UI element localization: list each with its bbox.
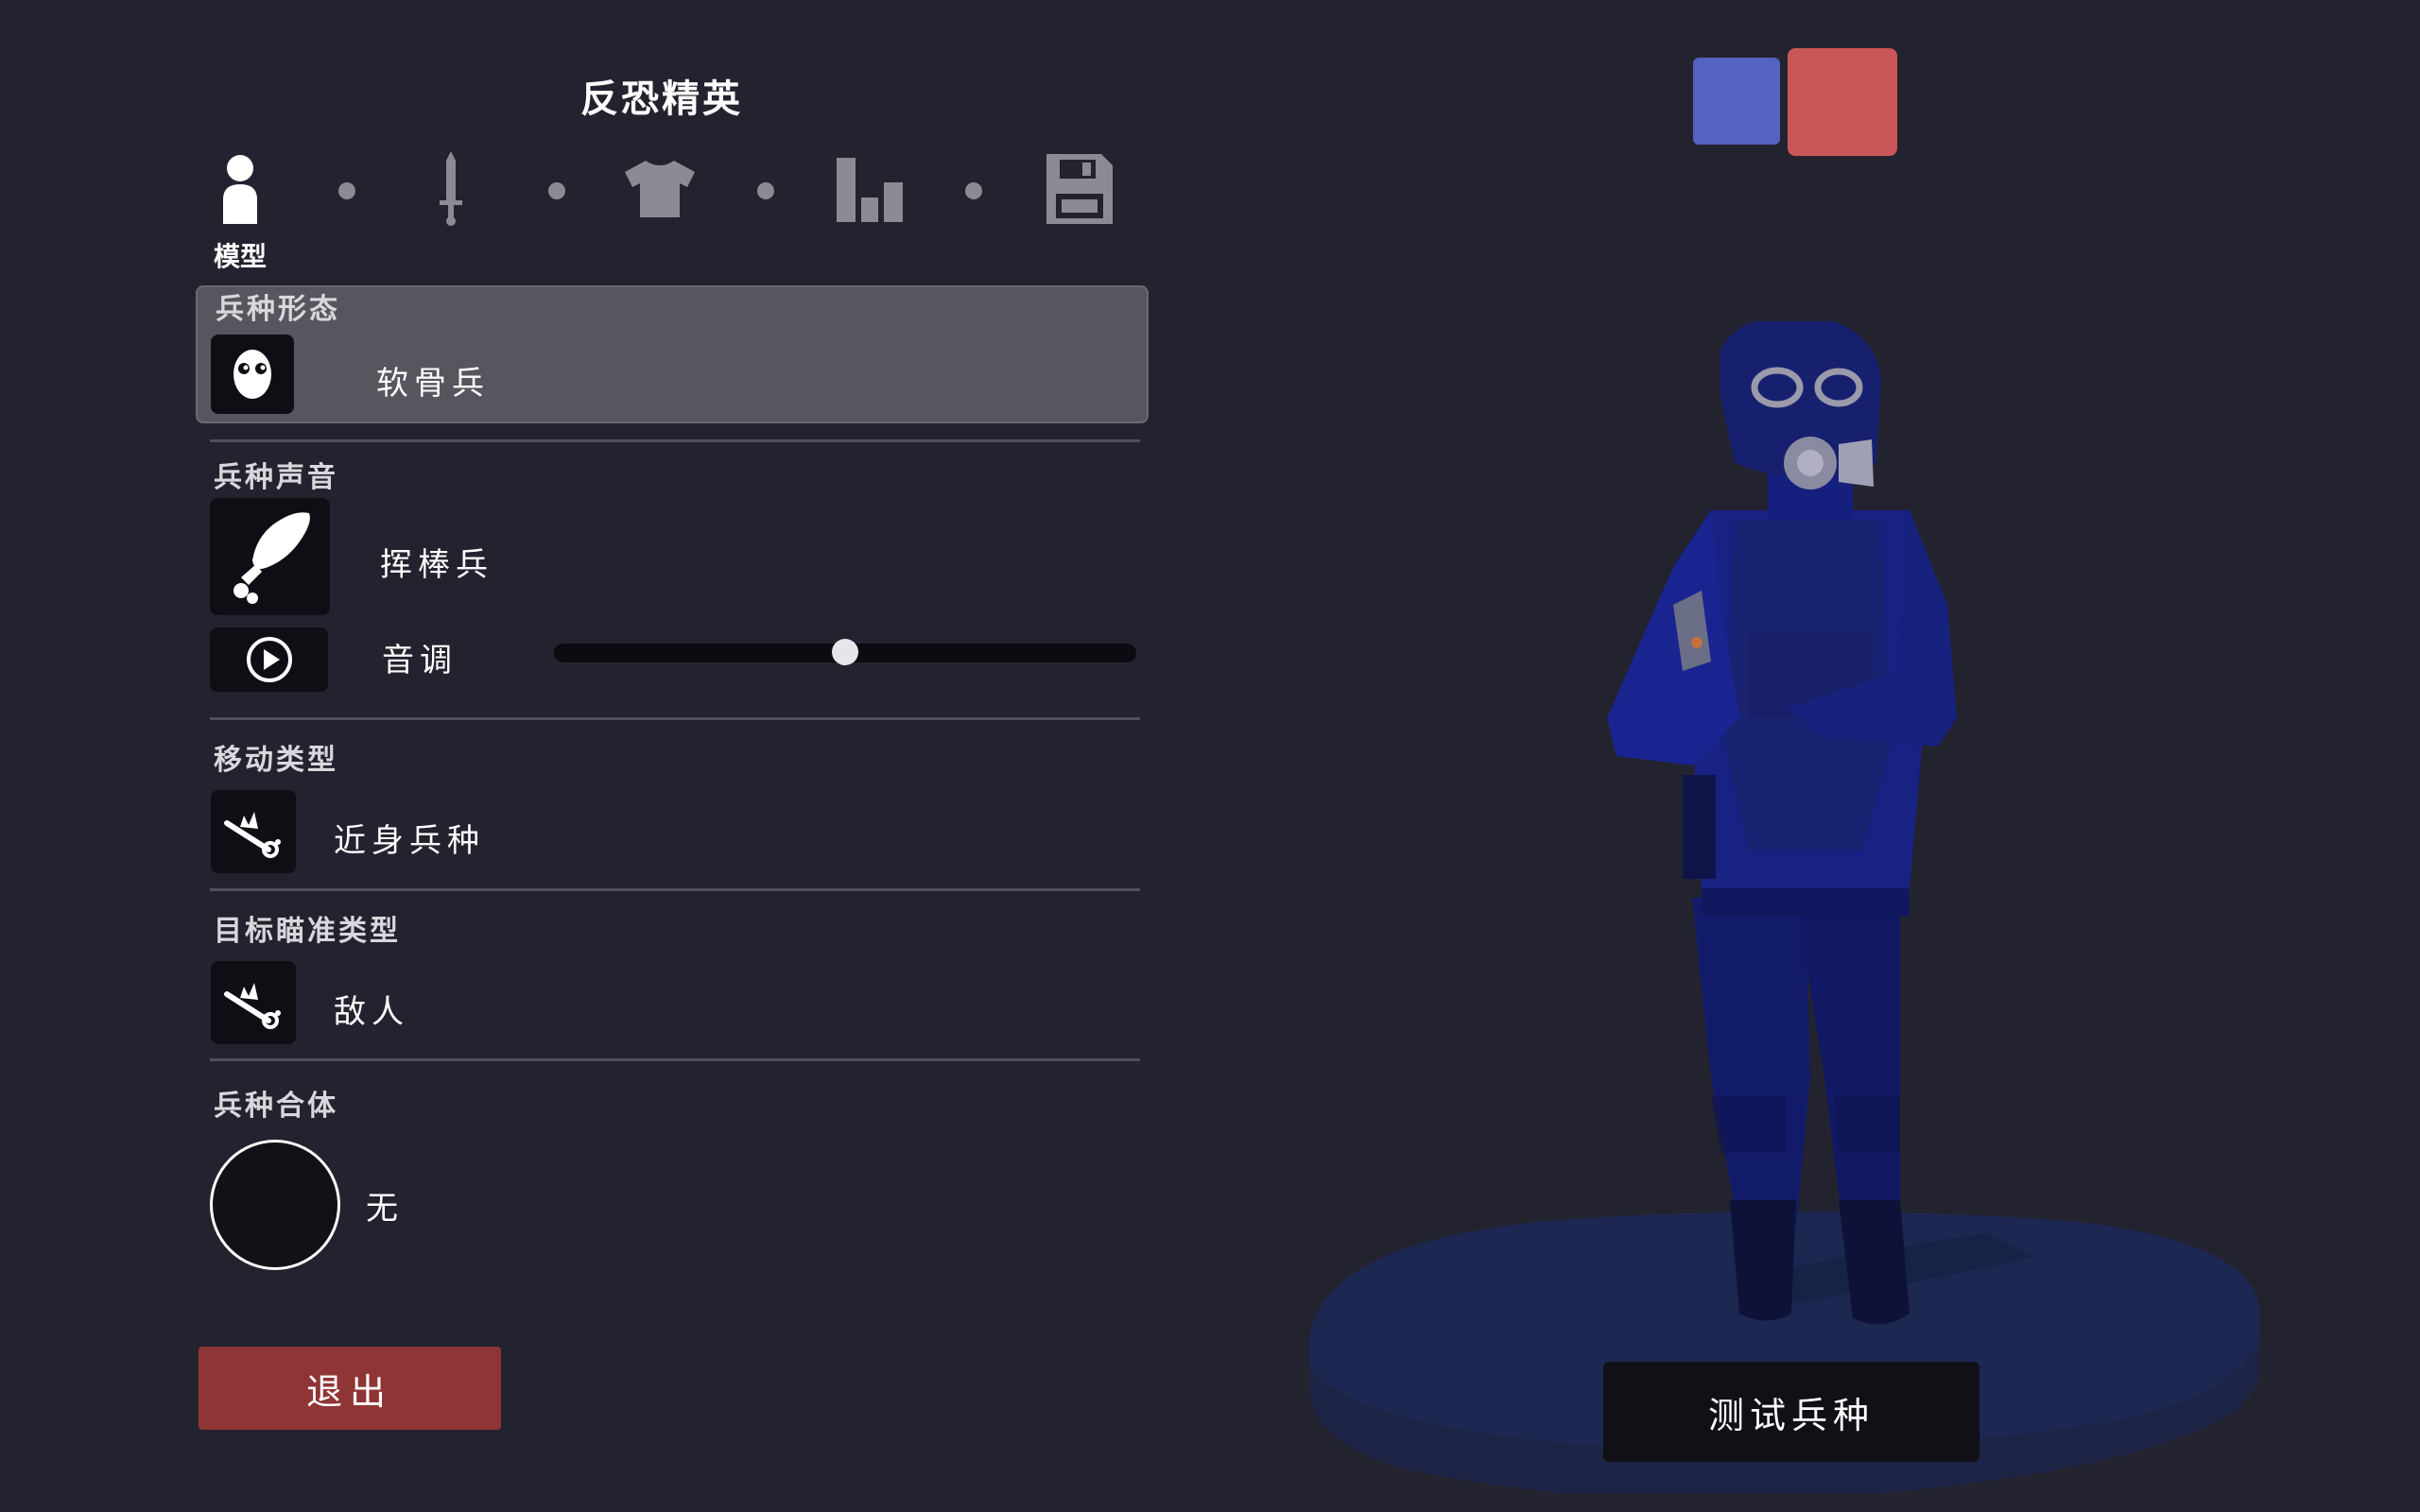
movement-type-label: 移动类型 xyxy=(214,744,338,777)
tab-clothing[interactable] xyxy=(622,151,698,227)
unit-voice-label: 兵种声音 xyxy=(214,461,338,494)
tab-separator-dot xyxy=(338,182,355,199)
unit-voice-icon-button[interactable] xyxy=(210,498,330,615)
tab-stats[interactable] xyxy=(832,151,908,227)
club-icon xyxy=(233,512,310,604)
section-divider xyxy=(210,888,1140,891)
play-icon xyxy=(246,637,292,682)
tab-save[interactable] xyxy=(1042,151,1117,227)
section-divider xyxy=(210,717,1140,720)
test-unit-button[interactable]: 测试兵种 xyxy=(1603,1362,1979,1462)
targeting-type-icon-button[interactable] xyxy=(211,961,296,1044)
bar-chart-icon xyxy=(837,158,903,222)
targeting-type-label: 目标瞄准类型 xyxy=(214,915,401,948)
tab-weapons[interactable] xyxy=(413,151,489,227)
melee-icon xyxy=(224,983,281,1029)
shirt-icon xyxy=(625,161,695,217)
unit-combo-slot[interactable] xyxy=(210,1140,340,1270)
movement-type-value: 近身兵种 xyxy=(334,822,485,860)
unit-combo-value: 无 xyxy=(366,1190,404,1228)
tab-separator-dot xyxy=(965,182,982,199)
team-blue-button[interactable] xyxy=(1693,58,1780,145)
tab-model-label: 模型 xyxy=(213,241,267,272)
play-voice-button[interactable] xyxy=(210,627,328,692)
unit-voice-value: 挥棒兵 xyxy=(380,546,493,584)
bone-face-icon xyxy=(233,350,271,399)
unit-form-icon-button[interactable] xyxy=(211,335,294,414)
section-divider xyxy=(210,1058,1140,1061)
movement-type-icon-button[interactable] xyxy=(211,790,296,873)
unit-name-title: 反恐精英 xyxy=(580,77,743,121)
soldier-model xyxy=(1607,321,1957,1325)
melee-icon xyxy=(224,812,281,858)
section-divider xyxy=(210,439,1140,442)
team-red-button[interactable] xyxy=(1788,48,1897,156)
unit-preview xyxy=(1309,321,2259,1493)
unit-form-value: 软骨兵 xyxy=(376,365,490,403)
pitch-slider[interactable] xyxy=(554,639,1136,665)
sword-icon xyxy=(440,151,462,226)
exit-button[interactable]: 退出 xyxy=(199,1347,501,1430)
save-icon xyxy=(1046,154,1113,224)
targeting-type-value: 敌人 xyxy=(334,993,409,1031)
tab-model[interactable] xyxy=(202,151,278,227)
unit-editor-screen: 反恐精英 模型 兵种形态 软骨兵 兵种声音 挥棒兵 音调 移动类型 近身兵种 目… xyxy=(0,0,2420,1512)
unit-combo-label: 兵种合体 xyxy=(214,1090,338,1123)
unit-form-label: 兵种形态 xyxy=(216,293,340,326)
tab-separator-dot xyxy=(757,182,774,199)
tab-separator-dot xyxy=(548,182,565,199)
pitch-slider-handle[interactable] xyxy=(832,639,858,665)
person-icon xyxy=(223,155,257,224)
pitch-label: 音调 xyxy=(382,642,458,679)
